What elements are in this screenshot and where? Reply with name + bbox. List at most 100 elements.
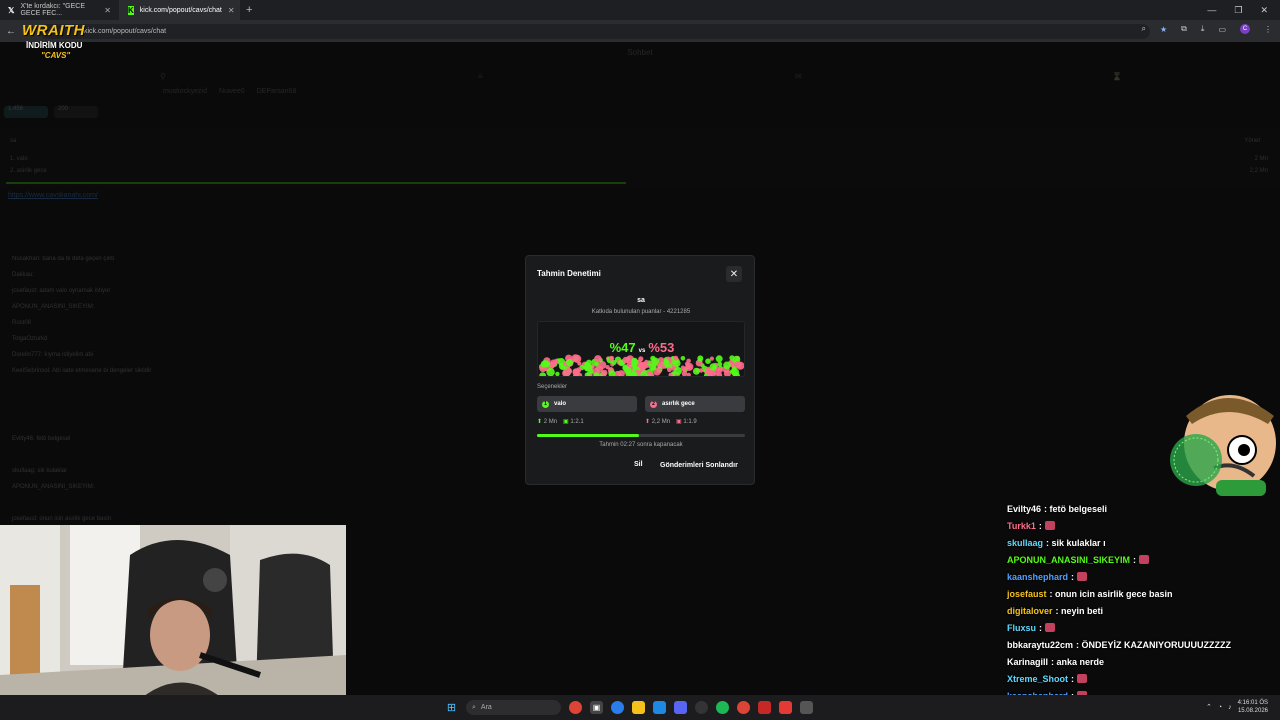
address-bar[interactable]: kick.com/popout/cavs/chat bbox=[40, 24, 1150, 39]
chrome-icon[interactable] bbox=[569, 701, 582, 714]
tab-x[interactable]: 𝕏 X'te kırdakcı: "GECE GECE FEC... ✕ bbox=[0, 0, 120, 20]
bookmark-star-icon[interactable]: ★ bbox=[1160, 25, 1167, 34]
close-icon[interactable]: ✕ bbox=[726, 266, 742, 282]
pinned-users: muskockyezid Nuwee0 DEParsan68 bbox=[163, 88, 296, 95]
vote-bubble bbox=[540, 360, 548, 368]
option-b-icon: 2 bbox=[650, 400, 657, 408]
end-submissions-button[interactable]: Gönderimleri Sonlandır bbox=[655, 457, 743, 473]
delete-button[interactable]: Sil bbox=[634, 461, 643, 468]
option-valo-button[interactable]: 1 valo bbox=[537, 396, 637, 412]
spotify-icon[interactable] bbox=[716, 701, 729, 714]
list-icon[interactable]: ≡ bbox=[478, 72, 483, 81]
chat-message: APONUN_ANASINI_SIKEYIM: bbox=[12, 484, 95, 490]
folder-icon[interactable] bbox=[632, 701, 645, 714]
tab-search-icon[interactable]: ▭ bbox=[1218, 25, 1226, 34]
chat-username[interactable]: Xtreme_Shoot bbox=[1007, 674, 1068, 684]
viewer-chip[interactable]: 1.456 bbox=[4, 106, 48, 118]
prediction-banner[interactable]: sa Yönet 1. valo 2 Mn 2. asirlik gece 2,… bbox=[0, 128, 1280, 186]
minimize-icon[interactable]: — bbox=[1207, 5, 1216, 16]
pin-icon[interactable]: ⚲ bbox=[160, 72, 166, 81]
window-close-icon[interactable]: ✕ bbox=[1260, 5, 1268, 16]
tray-chevron-icon[interactable]: ⌃ bbox=[1206, 703, 1212, 711]
app-icon[interactable] bbox=[653, 701, 666, 714]
task-view-icon[interactable]: ▣ bbox=[590, 701, 603, 714]
discord-icon[interactable] bbox=[674, 701, 687, 714]
chat-username[interactable]: Fluxsu bbox=[1007, 623, 1036, 633]
maximize-icon[interactable]: ❐ bbox=[1234, 5, 1242, 16]
chat-text: : bbox=[1133, 554, 1137, 565]
points-chip[interactable]: 200 bbox=[54, 106, 98, 118]
logo-brand: WRAITH bbox=[22, 22, 85, 39]
back-icon[interactable]: ← bbox=[6, 26, 16, 37]
windows-start-icon[interactable]: ⊞ bbox=[445, 701, 458, 714]
chat-message: Dorello777: kıyma istiyelim abi bbox=[12, 352, 94, 358]
emote-icon bbox=[1077, 674, 1088, 683]
volume-icon[interactable]: ♪ bbox=[1228, 704, 1232, 711]
close-icon[interactable]: ✕ bbox=[104, 6, 111, 15]
chat-message: skullaag: sik kulaklar bbox=[12, 468, 68, 474]
prediction-question: sa bbox=[637, 297, 645, 304]
zoom-icon[interactable]: ⌕ bbox=[1142, 24, 1146, 34]
pinned-user[interactable]: DEParsan68 bbox=[257, 88, 297, 95]
prediction-question: sa bbox=[10, 138, 17, 144]
chrome-icon[interactable] bbox=[737, 701, 750, 714]
option-b-stats: ⬆ 2,2 Mn ▣ 1:1.9 bbox=[645, 418, 697, 425]
ratio-icon: ▣ bbox=[563, 419, 569, 425]
prediction-value: 2 Mn bbox=[1254, 156, 1268, 162]
hourglass-icon[interactable]: ⌛ bbox=[1112, 72, 1122, 81]
app-icon[interactable] bbox=[779, 701, 792, 714]
vote-bubble bbox=[686, 358, 691, 364]
chat-message: josefaust: onun icin asirlik gece basin bbox=[12, 516, 112, 522]
chat-message: kaanshephard: bbox=[1007, 568, 1277, 585]
option-ratio: 1:1.9 bbox=[683, 419, 697, 425]
taskbar-search[interactable]: ⌕ Ara bbox=[466, 700, 561, 715]
vote-bubble bbox=[625, 357, 631, 362]
chat-username[interactable]: APONUN_ANASINI_SIKEYIM bbox=[1007, 555, 1130, 565]
vote-bubble bbox=[562, 369, 570, 376]
vote-bubble bbox=[682, 368, 687, 373]
chat-icon[interactable]: ✉ bbox=[795, 72, 802, 81]
vote-bubble bbox=[673, 355, 679, 361]
pinned-user[interactable]: Nuwee0 bbox=[219, 88, 245, 95]
app-icon[interactable] bbox=[758, 701, 771, 714]
chat-message: TolgaOzturkd bbox=[12, 336, 48, 342]
vote-bubble bbox=[572, 368, 580, 376]
percent-display: %47 vs %53 bbox=[538, 340, 744, 355]
wifi-icon[interactable]: ◔ bbox=[1218, 704, 1222, 711]
chat-message: Karinagill: anka nerde bbox=[1007, 653, 1277, 670]
pinned-user[interactable]: muskockyezid bbox=[163, 88, 207, 95]
close-icon[interactable]: ✕ bbox=[228, 6, 235, 15]
chat-username[interactable]: digitalover bbox=[1007, 606, 1053, 616]
menu-icon[interactable]: ⋮ bbox=[1264, 25, 1272, 34]
vs-label: vs bbox=[638, 348, 646, 354]
tab-kick[interactable]: K kick.com/popout/cavs/chat ✕ bbox=[120, 0, 240, 20]
chat-username[interactable]: bbkaraytu22cm bbox=[1007, 640, 1073, 650]
vote-bubble bbox=[577, 361, 582, 366]
logo-code: "CAVS" bbox=[41, 51, 71, 60]
chat-username[interactable]: josefaust bbox=[1007, 589, 1047, 599]
options-label: Seçenekler bbox=[537, 384, 568, 390]
new-tab-button[interactable]: + bbox=[240, 4, 258, 16]
chat-username[interactable]: skullaag bbox=[1007, 538, 1043, 548]
chat-text: : anka nerde bbox=[1051, 656, 1105, 667]
chat-text: : bbox=[1071, 673, 1075, 684]
chat-username[interactable]: kaanshephard bbox=[1007, 572, 1068, 582]
option-points: 2,2 Mn bbox=[651, 419, 671, 425]
ratio-icon: ▣ bbox=[676, 419, 682, 425]
chat-username[interactable]: Karinagill bbox=[1007, 657, 1048, 667]
clock[interactable]: 4:16:01 ÖS 15.08.2026 bbox=[1238, 699, 1268, 715]
profile-avatar[interactable]: C bbox=[1240, 24, 1250, 34]
vote-bubble bbox=[625, 372, 631, 376]
chat-username[interactable]: Turkk1 bbox=[1007, 521, 1036, 531]
option-asirlik-button[interactable]: 2 asırlık gece bbox=[645, 396, 745, 412]
extensions-icon[interactable]: ⧉ bbox=[1181, 24, 1187, 34]
manage-button[interactable]: Yönet bbox=[1244, 138, 1260, 144]
edge-icon[interactable] bbox=[611, 701, 624, 714]
browser-toolbar: ⌕ ★ ⧉ ⤓ ▭ C ⋮ bbox=[1142, 24, 1272, 34]
obs-icon[interactable] bbox=[695, 701, 708, 714]
download-icon[interactable]: ⤓ bbox=[1201, 24, 1205, 34]
pinned-link[interactable]: https://www.cavskanahi.com/ bbox=[8, 192, 98, 199]
chat-username[interactable]: Evilty46 bbox=[1007, 504, 1041, 514]
app-icon[interactable] bbox=[800, 701, 813, 714]
vote-bubble bbox=[680, 356, 686, 361]
